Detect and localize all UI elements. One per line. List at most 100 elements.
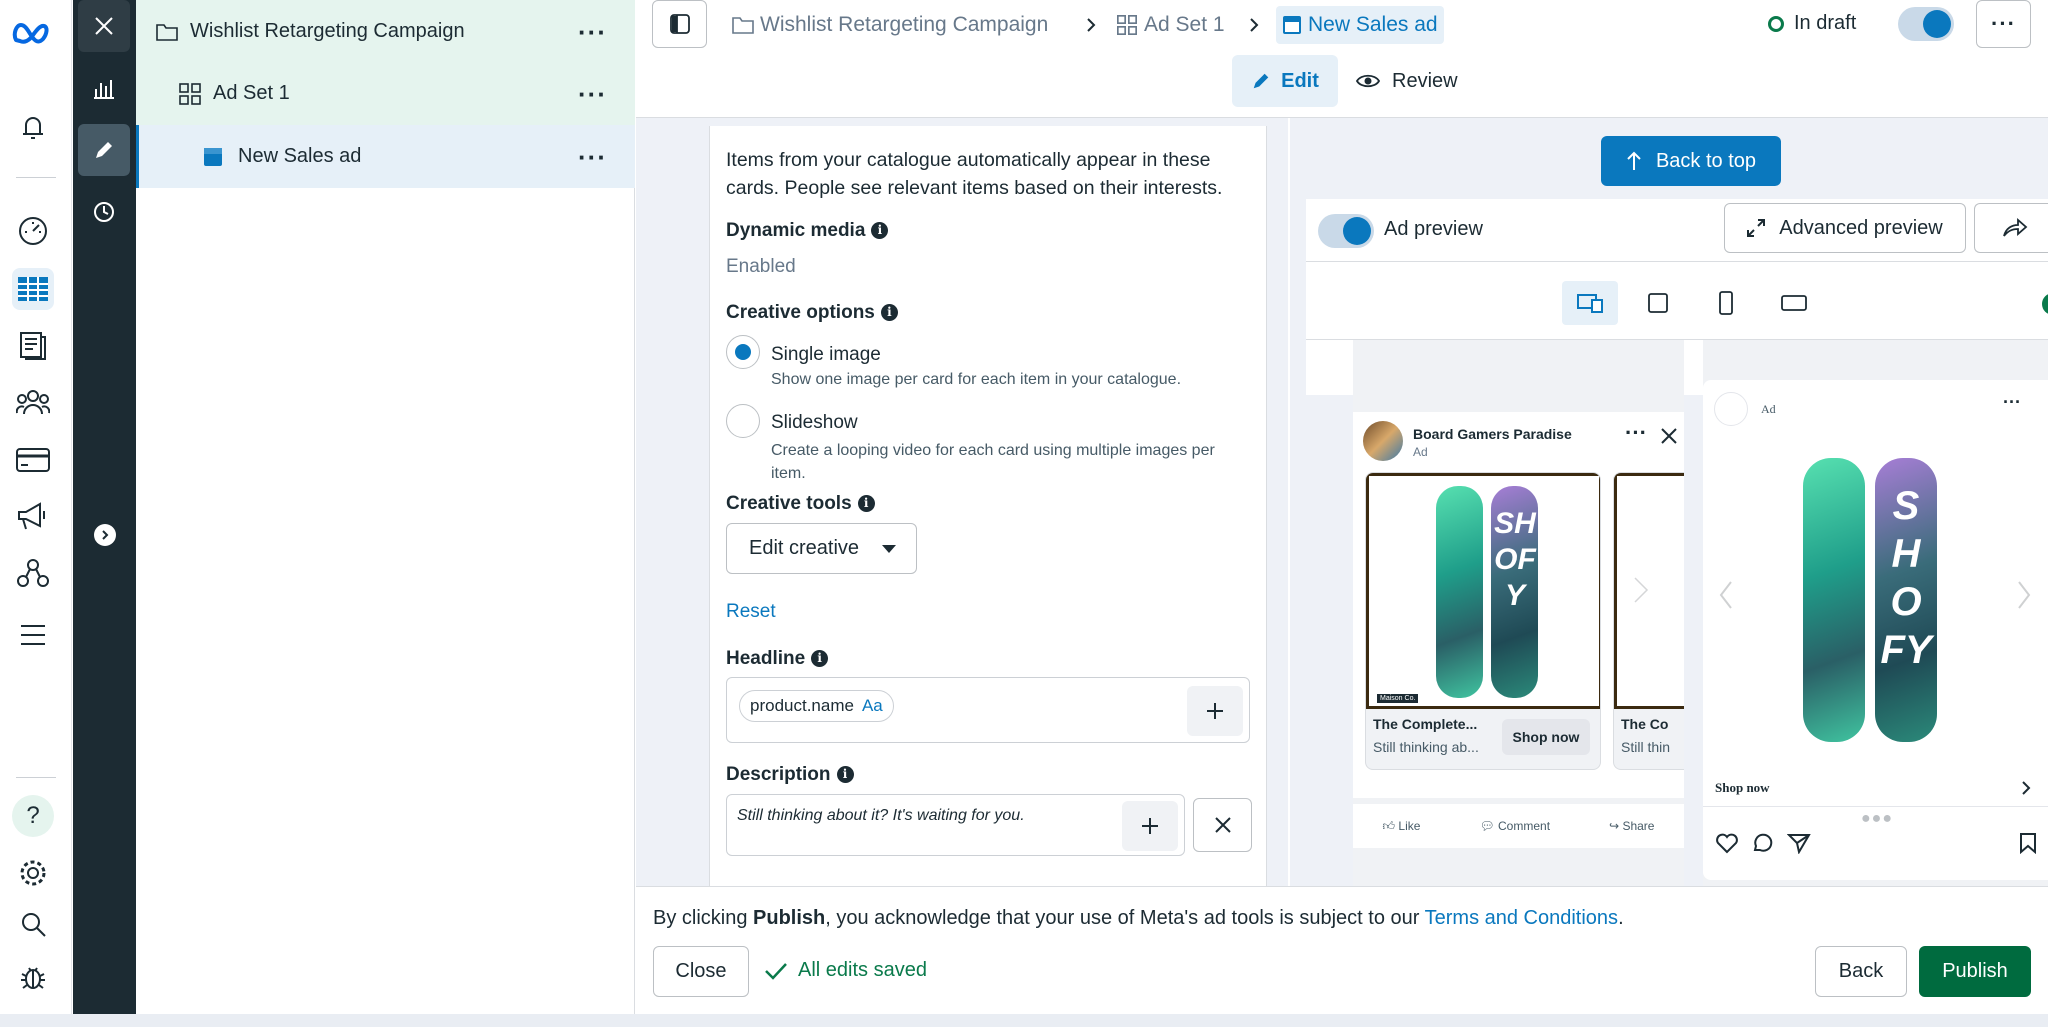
tab-review[interactable]: Review	[1356, 55, 1458, 107]
headline-token-chip[interactable]: product.name Aa	[739, 690, 894, 722]
more-options-icon[interactable]: ···	[578, 19, 607, 45]
ad-preview-toggle[interactable]	[1318, 214, 1374, 248]
notifications-bell-icon[interactable]	[12, 106, 54, 148]
description-text: Still thinking about it? It's waiting fo…	[737, 807, 1025, 824]
chevron-right-icon[interactable]	[94, 524, 116, 546]
history-clock-icon[interactable]	[78, 186, 130, 238]
campaign-megaphone-icon[interactable]	[12, 495, 54, 537]
dynamic-media-value: Enabled	[726, 256, 796, 277]
chevron-right-icon[interactable]	[1629, 572, 1653, 608]
toggle-panel-button[interactable]	[652, 0, 707, 48]
close-icon[interactable]	[78, 0, 130, 52]
help-question-icon[interactable]: ?	[12, 795, 54, 837]
breadcrumb-campaign[interactable]: Wishlist Retargeting Campaign	[732, 10, 1048, 40]
adset-grid-icon	[1117, 15, 1137, 35]
edit-creative-dropdown[interactable]: Edit creative	[726, 523, 917, 574]
shop-now-button[interactable]: Shop now	[1502, 719, 1590, 755]
tree-item-adset[interactable]: Ad Set 1 ···	[136, 62, 635, 125]
carousel-card[interactable]: SHOFY Maison Co. The Complete... Still t…	[1365, 472, 1601, 770]
terms-link[interactable]: Terms and Conditions	[1425, 907, 1618, 929]
settings-gear-icon[interactable]	[12, 852, 54, 894]
plus-icon[interactable]	[1187, 686, 1243, 736]
share-arrow-icon	[2002, 218, 2027, 237]
bookmark-icon[interactable]	[2019, 832, 2037, 854]
check-status-icon	[2042, 293, 2048, 315]
share-button[interactable]: ↪ Share	[1609, 819, 1654, 833]
info-icon[interactable]: i	[811, 650, 829, 667]
pages-icon[interactable]	[12, 324, 54, 366]
facebook-feed-preview: Board Gamers Paradise Ad ··· SHOFY Maiso…	[1353, 340, 1684, 886]
creative-tools-label: Creative tools i	[726, 493, 875, 515]
folder-icon	[732, 17, 754, 34]
info-icon[interactable]: i	[836, 766, 854, 783]
more-options-icon[interactable]: ···	[2003, 393, 2021, 411]
info-icon[interactable]: i	[857, 495, 875, 512]
chevron-right-icon[interactable]	[2021, 780, 2031, 796]
ig-product-image: SHOFY	[1703, 438, 2048, 758]
description-field[interactable]: Still thinking about it? It's waiting fo…	[726, 794, 1185, 856]
single-image-radio[interactable]	[726, 335, 760, 369]
edit-pencil-icon	[1253, 73, 1269, 89]
info-icon[interactable]: i	[880, 304, 898, 321]
tree-item-campaign[interactable]: Wishlist Retargeting Campaign ···	[136, 0, 635, 63]
info-icon[interactable]: i	[871, 222, 889, 239]
card-subtitle: Still thinking ab...	[1373, 739, 1479, 755]
expand-icon	[1747, 219, 1766, 237]
business-network-icon[interactable]	[12, 552, 54, 594]
search-icon[interactable]	[12, 903, 54, 945]
shop-now-link[interactable]: Shop now	[1715, 780, 1770, 796]
dashboard-gauge-icon[interactable]	[12, 210, 54, 252]
option-title: Slideshow	[771, 412, 858, 433]
chevron-right-icon[interactable]	[2015, 578, 2033, 612]
tree-item-ad[interactable]: New Sales ad ···	[136, 125, 635, 188]
check-icon	[765, 962, 787, 980]
meta-logo-icon[interactable]	[10, 12, 56, 54]
vertical-view-icon[interactable]	[1704, 281, 1748, 325]
description-label: Description i	[726, 764, 854, 786]
ad-icon	[203, 147, 223, 167]
menu-lines-icon[interactable]	[12, 614, 54, 656]
slideshow-radio[interactable]	[726, 404, 760, 438]
edit-pencil-icon[interactable]	[78, 124, 130, 176]
global-nav-rail: ?	[0, 0, 72, 1027]
ads-manager-table-icon[interactable]	[12, 268, 54, 310]
more-options-icon[interactable]: ···	[1625, 422, 1647, 444]
sponsored-label: Ad	[1761, 402, 1776, 416]
tab-edit[interactable]: Edit	[1232, 55, 1338, 107]
billing-card-icon[interactable]	[12, 439, 54, 481]
ad-creative-form: Items from your catalogue automatically …	[709, 126, 1267, 886]
breadcrumb-ad[interactable]: New Sales ad	[1276, 6, 1444, 44]
breadcrumb-adset[interactable]: Ad Set 1	[1116, 10, 1225, 40]
publish-button[interactable]: Publish	[1919, 946, 2031, 997]
more-actions-button[interactable]: ···	[1976, 0, 2031, 48]
reset-link[interactable]: Reset	[726, 601, 776, 623]
back-button[interactable]: Back	[1815, 946, 1907, 997]
square-view-icon[interactable]	[1636, 281, 1680, 325]
back-to-top-button[interactable]: Back to top	[1601, 136, 1781, 186]
chevron-left-icon[interactable]	[1717, 578, 1735, 612]
advanced-preview-button[interactable]: Advanced preview	[1724, 203, 1966, 253]
audience-people-icon[interactable]	[12, 381, 54, 423]
tree-item-label: Ad Set 1	[213, 82, 290, 104]
headline-label: Headline i	[726, 648, 829, 670]
close-icon[interactable]	[1661, 428, 1677, 444]
comment-button[interactable]: 💬︎ Comment	[1479, 819, 1550, 833]
like-button[interactable]: 👍︎ Like	[1383, 819, 1421, 834]
headline-field[interactable]: product.name Aa	[726, 677, 1250, 743]
card-subtitle: Still thin	[1621, 739, 1671, 755]
close-button[interactable]: Close	[653, 946, 749, 997]
caret-down-icon	[882, 544, 896, 553]
more-options-icon[interactable]: ···	[578, 144, 607, 170]
landscape-view-icon[interactable]	[1772, 281, 1816, 325]
plus-icon[interactable]	[1122, 801, 1178, 851]
more-options-icon[interactable]: ···	[578, 81, 607, 107]
carousel-card[interactable]: The Co Still thin	[1613, 472, 1684, 770]
chart-bars-icon[interactable]	[78, 62, 130, 114]
close-icon	[1214, 817, 1231, 833]
remove-description-button[interactable]	[1193, 798, 1252, 852]
responsive-view-icon[interactable]	[1562, 281, 1618, 325]
debug-bug-icon[interactable]	[12, 956, 54, 998]
share-dropdown-button[interactable]	[1974, 203, 2048, 253]
campaign-on-off-toggle[interactable]	[1898, 7, 1954, 41]
draft-status-icon	[1768, 15, 1784, 32]
